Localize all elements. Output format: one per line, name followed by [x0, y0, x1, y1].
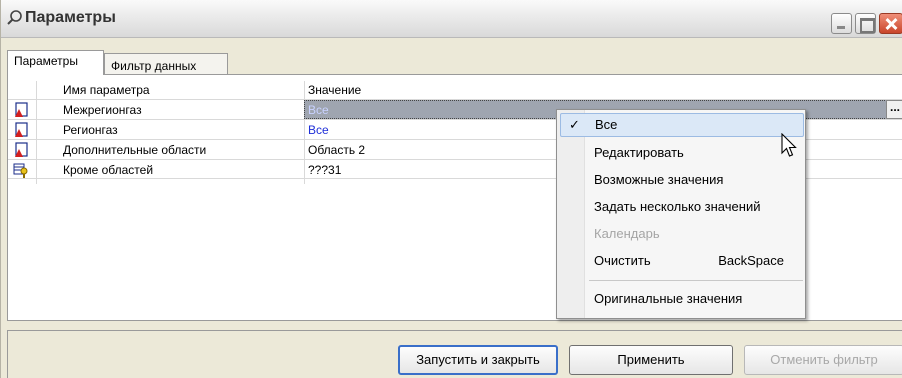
cancel-filter-button[interactable]: Отменить фильтр: [744, 345, 902, 375]
apply-button[interactable]: Применить: [569, 345, 733, 375]
menu-item-clear[interactable]: Очистить BackSpace: [560, 249, 804, 273]
menu-item-calendar: Календарь: [560, 222, 804, 246]
parameter-key-icon: [13, 163, 28, 178]
checkmark-icon: ✓: [569, 117, 580, 132]
run-and-close-button[interactable]: Запустить и закрыть: [398, 345, 558, 375]
column-header-value[interactable]: Значение: [308, 83, 361, 97]
menu-item-all[interactable]: ✓ Все: [560, 113, 804, 137]
maximize-button[interactable]: [855, 13, 876, 34]
magnifier-icon: [7, 10, 22, 25]
title-bar[interactable]: Параметры: [1, 0, 902, 38]
close-button[interactable]: [879, 13, 902, 34]
menu-item-label: Задать несколько значений: [594, 199, 761, 214]
tab-data-filter[interactable]: Фильтр данных: [104, 53, 228, 74]
parameter-name: Кроме областей: [63, 163, 154, 177]
menu-item-label: Все: [595, 117, 618, 132]
parameter-pdf-icon: [15, 122, 28, 137]
parameter-value: Все: [308, 103, 329, 117]
parameter-pdf-icon: [15, 142, 28, 157]
menu-item-label: Очистить: [594, 253, 651, 268]
window-title: Параметры: [25, 9, 116, 26]
menu-item-edit[interactable]: Редактировать: [560, 141, 804, 165]
menu-item-label: Календарь: [594, 226, 660, 241]
parameter-value[interactable]: ???31: [308, 163, 341, 177]
parameter-name: Межрегионгаз: [63, 103, 142, 117]
parameter-name: Регионгаз: [63, 123, 118, 137]
context-menu: ✓ Все Редактировать Возможные значения З…: [556, 109, 806, 319]
menu-item-original-values[interactable]: Оригинальные значения: [560, 287, 804, 311]
parameter-name: Дополнительные области: [63, 143, 207, 157]
parameter-value[interactable]: Все: [308, 123, 329, 137]
button-bar: Запустить и закрыть Применить Отменить ф…: [7, 330, 902, 378]
menu-item-label: Возможные значения: [594, 172, 724, 187]
menu-item-set-multiple[interactable]: Задать несколько значений: [560, 195, 804, 219]
parameter-value[interactable]: Область 2: [308, 143, 365, 157]
mouse-cursor-icon: [781, 133, 797, 157]
menu-item-shortcut: BackSpace: [718, 253, 784, 268]
minimize-button[interactable]: [831, 13, 852, 34]
menu-item-label: Оригинальные значения: [594, 291, 743, 306]
menu-separator: [589, 280, 803, 281]
tab-parameters[interactable]: Параметры: [7, 50, 104, 75]
grid-header: Имя параметра Значение: [8, 81, 902, 99]
menu-item-possible-values[interactable]: Возможные значения: [560, 168, 804, 192]
ellipsis-button[interactable]: ...: [886, 100, 902, 119]
parameter-pdf-icon: [15, 102, 28, 117]
column-header-name[interactable]: Имя параметра: [63, 83, 150, 97]
menu-item-label: Редактировать: [594, 145, 684, 160]
